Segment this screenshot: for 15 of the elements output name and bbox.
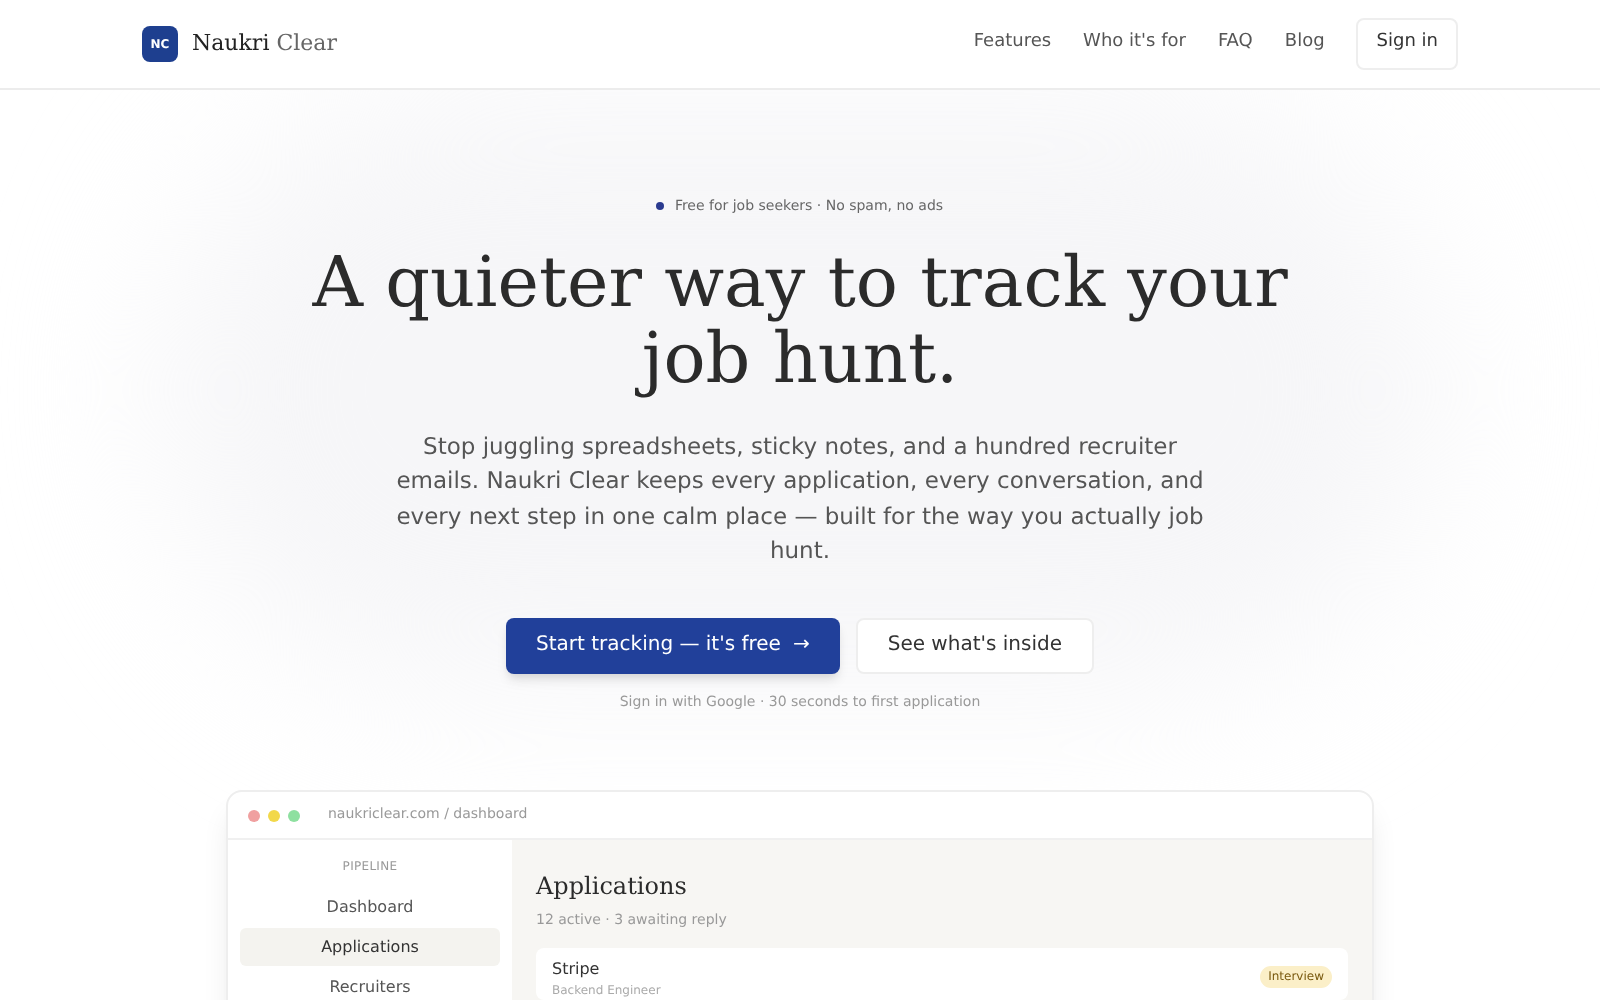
- start-tracking-button[interactable]: Start tracking — it's free →: [506, 617, 840, 673]
- nav-link[interactable]: Who it's for: [1083, 30, 1186, 58]
- company-name: Stripe: [552, 957, 602, 981]
- brand-name: Naukri Clear: [192, 27, 337, 60]
- nav-link[interactable]: FAQ: [1217, 30, 1253, 58]
- sign-in-button[interactable]: Sign in: [1356, 18, 1458, 70]
- see-inside-button[interactable]: See what's inside: [855, 617, 1094, 673]
- nav-link[interactable]: Features: [973, 30, 1052, 58]
- hero-title: A quieter way to track your job hunt.: [310, 245, 1290, 397]
- content-title: Applications: [536, 870, 689, 904]
- nav-link[interactable]: Blog: [1284, 30, 1325, 58]
- sidebar-item[interactable]: Dashboard: [240, 888, 500, 926]
- sidebar-item[interactable]: Applications: [240, 928, 500, 966]
- sidebar-item[interactable]: Recruiters: [240, 968, 500, 1000]
- hero-description: Stop juggling spreadsheets, sticky notes, and a hundred recruiter emails. Naukri Clear keeps every application, every conversation, and every next step in one calm place — built for the way you actually job hunt.: [394, 429, 1206, 568]
